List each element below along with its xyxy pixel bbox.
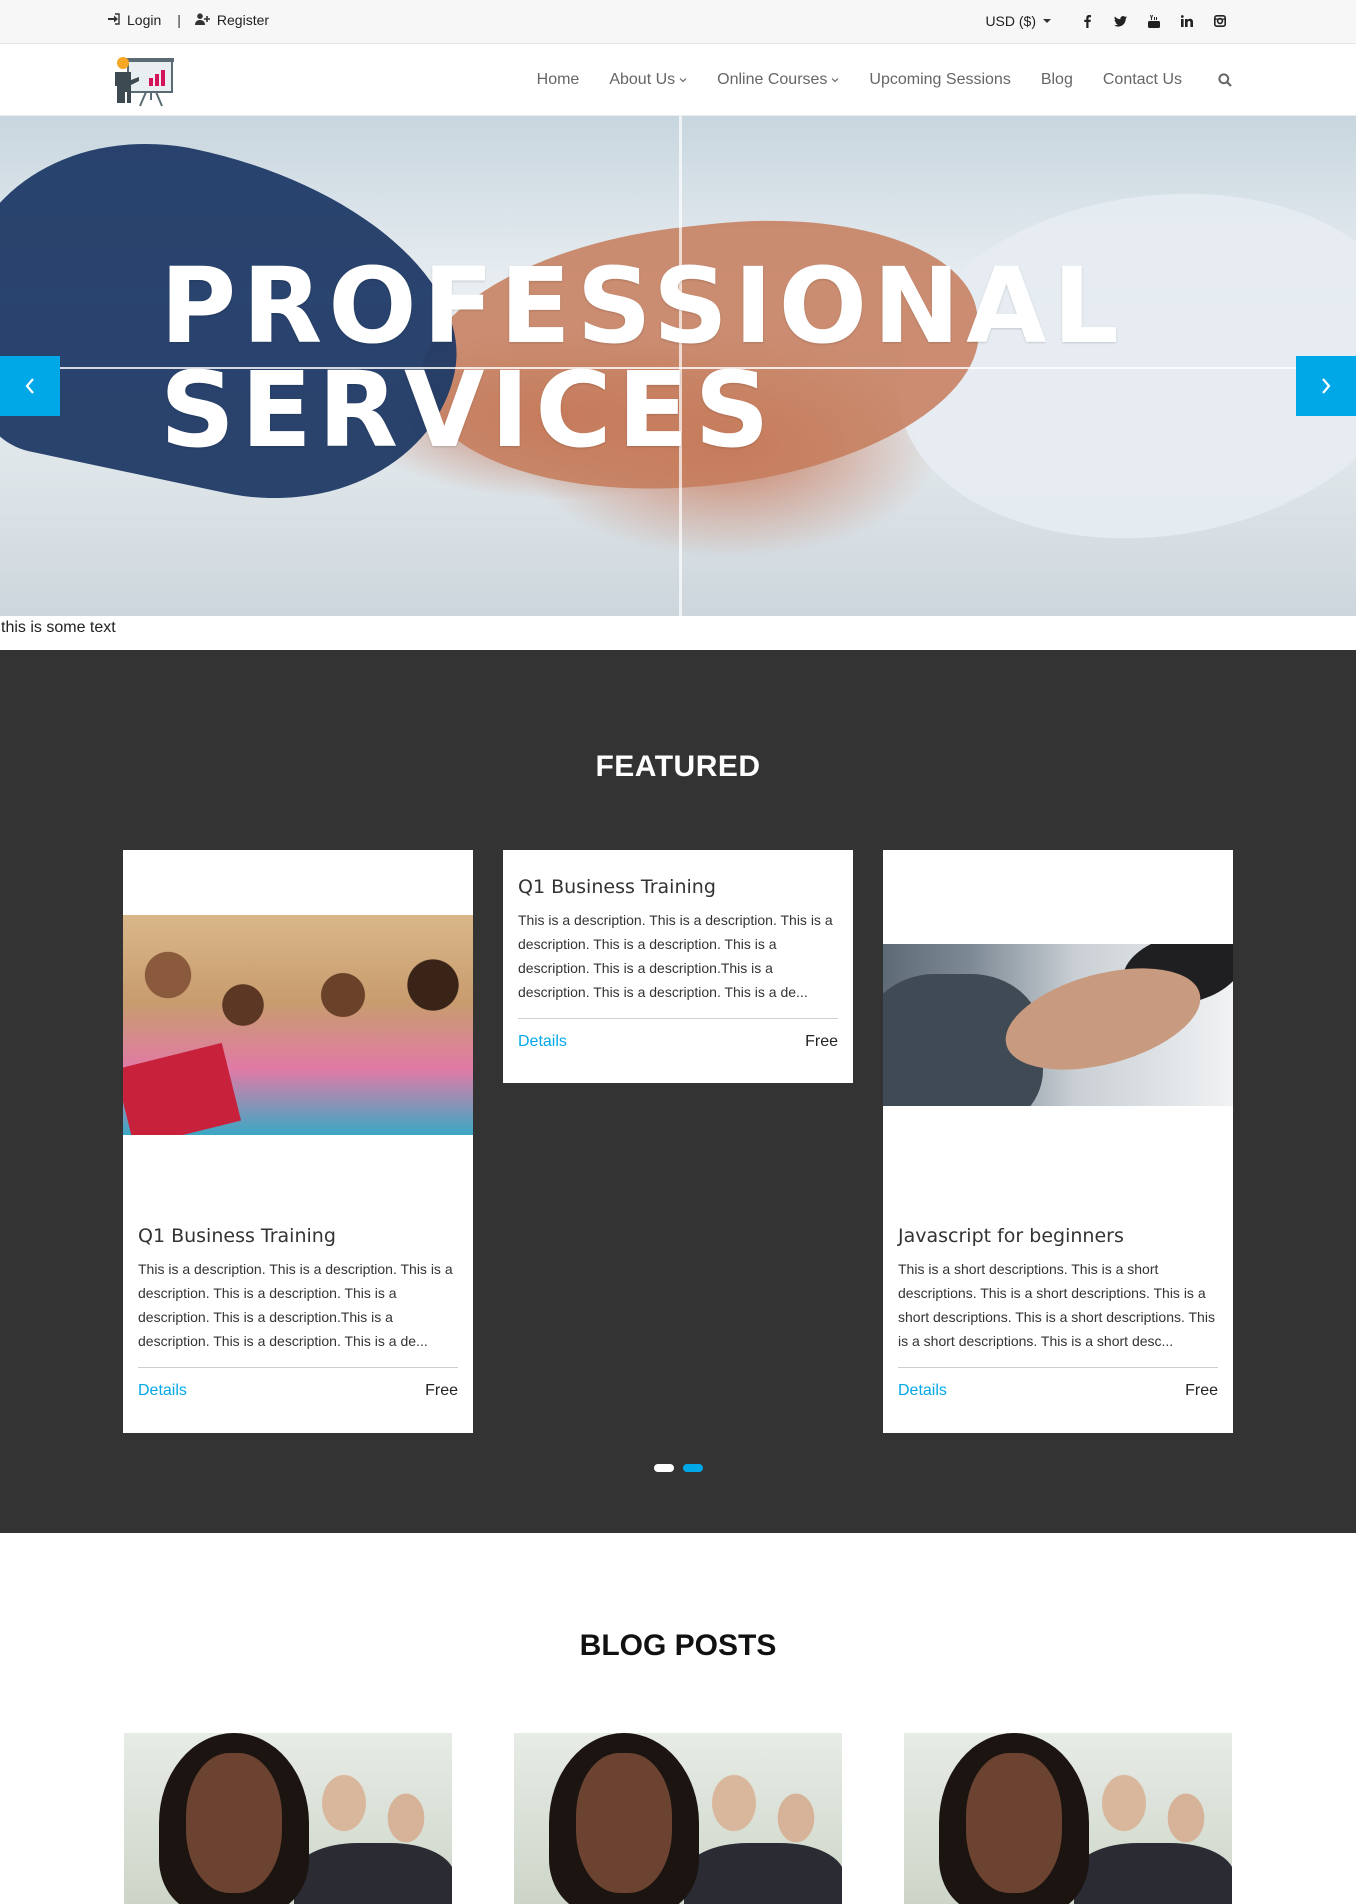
course-title[interactable]: Q1 Business Training <box>518 876 838 898</box>
site-logo[interactable] <box>112 56 174 110</box>
nav-item-upcoming-sessions[interactable]: Upcoming Sessions <box>869 71 1010 89</box>
featured-section: FEATURED Q1 Business Training This is a … <box>0 650 1356 1533</box>
chevron-down-icon <box>831 78 839 83</box>
course-price: Free <box>805 1033 838 1050</box>
top-bar: Login | Register USD ($) <box>0 0 1356 44</box>
twitter-icon[interactable] <box>1104 15 1137 27</box>
carousel-dot-2[interactable] <box>682 1464 703 1472</box>
blog-post-image[interactable] <box>124 1733 452 1904</box>
currency-label: USD ($) <box>985 13 1036 29</box>
carousel-pagination <box>0 1464 1356 1472</box>
hero-title: PROFESSIONAL SERVICES <box>160 254 1125 462</box>
course-description: This is a description. This is a descrip… <box>138 1261 453 1349</box>
topbar-right: USD ($) <box>985 13 1236 29</box>
blog-post-image[interactable] <box>904 1733 1232 1904</box>
course-card: Q1 Business Training This is a descripti… <box>503 850 853 1083</box>
course-footer: Details Free <box>518 1018 838 1051</box>
course-description: This is a short descriptions. This is a … <box>898 1261 1215 1349</box>
caret-down-icon <box>1043 19 1051 23</box>
register-link[interactable]: Register <box>194 12 270 28</box>
blog-section: BLOG POSTS <box>0 1533 1356 1904</box>
nav-item-about-us[interactable]: About Us <box>609 71 687 89</box>
user-plus-icon <box>194 12 210 28</box>
carousel-dot-1[interactable] <box>653 1464 674 1472</box>
chevron-right-icon <box>1322 378 1331 394</box>
course-price: Free <box>425 1382 458 1399</box>
course-card: Q1 Business Training This is a descripti… <box>123 850 473 1433</box>
linkedin-icon[interactable] <box>1170 15 1203 27</box>
details-link[interactable]: Details <box>898 1382 947 1400</box>
details-link[interactable]: Details <box>518 1033 567 1051</box>
nav-item-blog[interactable]: Blog <box>1041 71 1073 89</box>
youtube-icon[interactable] <box>1137 14 1170 28</box>
course-card: Javascript for beginners This is a short… <box>883 850 1233 1433</box>
blog-post-image[interactable] <box>514 1733 842 1904</box>
currency-selector[interactable]: USD ($) <box>985 13 1051 29</box>
course-title[interactable]: Q1 Business Training <box>138 1225 458 1247</box>
account-links: Login | Register <box>107 12 269 28</box>
main-navbar: Home About Us Online Courses Upcoming Se… <box>0 44 1356 116</box>
course-footer: Details Free <box>138 1367 458 1400</box>
nav-label: Upcoming Sessions <box>869 71 1011 88</box>
primary-nav: Home About Us Online Courses Upcoming Se… <box>537 44 1232 116</box>
search-icon[interactable] <box>1218 73 1232 87</box>
course-image <box>123 915 473 1135</box>
nav-item-contact-us[interactable]: Contact Us <box>1103 71 1182 89</box>
nav-label: Home <box>536 71 580 88</box>
hero-caption: this is some text <box>1 619 116 636</box>
blog-heading: BLOG POSTS <box>579 1629 777 1662</box>
chevron-left-icon <box>25 378 34 394</box>
facebook-icon[interactable] <box>1071 14 1104 28</box>
hero-title-line-2: SERVICES <box>160 349 776 471</box>
course-description: This is a description. This is a descrip… <box>518 912 833 1000</box>
course-footer: Details Free <box>898 1367 1218 1400</box>
instagram-icon[interactable] <box>1203 15 1236 27</box>
sign-in-icon <box>107 12 120 28</box>
featured-heading: FEATURED <box>595 750 761 783</box>
course-image <box>883 944 1233 1106</box>
login-link[interactable]: Login <box>107 12 161 28</box>
nav-item-home[interactable]: Home <box>537 71 580 89</box>
register-label: Register <box>216 12 270 28</box>
course-price: Free <box>1185 1382 1218 1399</box>
chevron-down-icon <box>679 78 687 83</box>
details-link[interactable]: Details <box>138 1382 187 1400</box>
nav-label: Online Courses <box>717 71 828 88</box>
nav-label: About Us <box>609 71 676 88</box>
slider-prev-button[interactable] <box>0 356 60 416</box>
course-title[interactable]: Javascript for beginners <box>898 1225 1218 1247</box>
login-label: Login <box>127 12 162 28</box>
nav-label: Blog <box>1040 71 1073 88</box>
hero-slider: PROFESSIONAL SERVICES <box>0 116 1356 616</box>
slider-next-button[interactable] <box>1296 356 1356 416</box>
hero-title-line-1: PROFESSIONAL <box>160 245 1125 367</box>
link-separator: | <box>177 12 181 28</box>
nav-label: Contact Us <box>1102 71 1182 88</box>
nav-item-online-courses[interactable]: Online Courses <box>717 71 839 89</box>
